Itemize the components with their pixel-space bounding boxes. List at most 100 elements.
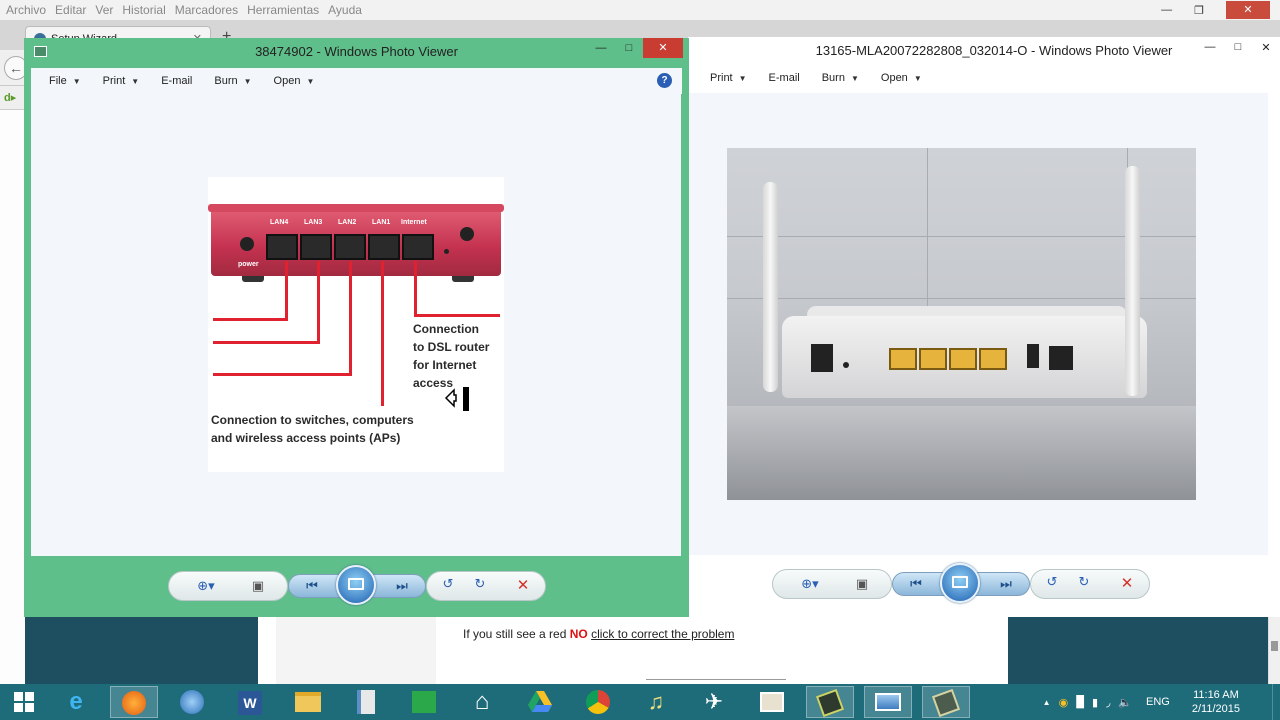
label-line: and wireless access points (APs) <box>211 431 401 445</box>
clock[interactable]: 11:16 AM 2/11/2015 <box>1192 688 1240 716</box>
word-icon[interactable]: W <box>226 686 274 718</box>
shield-icon[interactable]: ◉ <box>1059 696 1069 709</box>
internet-explorer-icon[interactable]: e <box>52 686 100 718</box>
minimize-icon[interactable]: — <box>587 42 615 54</box>
plane-icon[interactable]: ✈ <box>690 686 738 718</box>
windows-media-icon[interactable] <box>168 686 216 718</box>
rotate-counterclockwise-icon[interactable]: ↺ <box>1040 574 1064 590</box>
menu-historial[interactable]: Historial <box>122 3 165 17</box>
menu-burn[interactable]: Burn ▼ <box>214 75 251 87</box>
status-led <box>460 227 474 241</box>
menu-burn-label: Burn <box>821 72 845 84</box>
slideshow-icon[interactable] <box>940 563 980 603</box>
start-button[interactable] <box>0 686 48 718</box>
lan-port-1 <box>889 348 917 370</box>
slideshow-icon[interactable] <box>336 565 376 605</box>
menu-email[interactable]: E-mail <box>769 72 800 84</box>
port-label-lan2: LAN2 <box>338 219 357 226</box>
cmd-icon[interactable] <box>806 686 854 718</box>
router-foot-right <box>452 276 474 282</box>
store-icon[interactable] <box>400 686 448 718</box>
cable-lan2-v <box>349 261 352 376</box>
chrome-icon[interactable] <box>574 686 622 718</box>
delete-icon[interactable]: ✕ <box>512 576 534 594</box>
music-icon[interactable]: ♫ <box>632 686 680 718</box>
menu-ayuda[interactable]: Ayuda <box>328 3 362 17</box>
file-explorer-icon[interactable] <box>284 686 332 718</box>
menu-editar[interactable]: Editar <box>55 3 86 17</box>
menu-email[interactable]: E-mail <box>161 75 192 87</box>
menu-open[interactable]: Open ▼ <box>881 72 922 84</box>
magnifier-icon[interactable]: ⊕▾ <box>194 578 218 594</box>
menu-ver[interactable]: Ver <box>95 3 113 17</box>
help-icon[interactable]: ? <box>657 73 672 88</box>
power-label: power <box>238 261 259 268</box>
previous-icon[interactable]: ⏮ <box>904 576 928 592</box>
notepad-icon[interactable] <box>342 686 390 718</box>
rotate-clockwise-icon[interactable]: ↻ <box>468 576 492 592</box>
home-icon[interactable]: ⌂ <box>458 686 506 718</box>
rotate-clockwise-icon[interactable]: ↻ <box>1072 574 1096 590</box>
show-desktop-button[interactable] <box>1272 684 1280 720</box>
rotate-counterclockwise-icon[interactable]: ↺ <box>436 576 460 592</box>
resize-cursor-icon <box>444 387 469 411</box>
next-icon[interactable]: ⏭ <box>390 578 414 594</box>
magnifier-icon[interactable]: ⊕▾ <box>798 576 822 592</box>
close-icon[interactable]: ✕ <box>1226 1 1270 19</box>
minimize-icon[interactable]: — <box>1161 4 1172 16</box>
menu-burn[interactable]: Burn ▼ <box>822 72 859 84</box>
scroll-thumb[interactable] <box>1271 641 1278 651</box>
lan-port-3 <box>949 348 977 370</box>
google-drive-icon[interactable] <box>516 686 564 718</box>
chevron-down-icon: ▼ <box>850 74 859 83</box>
previous-icon[interactable]: ⏮ <box>300 578 324 594</box>
language-indicator[interactable]: ENG <box>1146 696 1170 708</box>
cable-lan4-h <box>213 318 288 321</box>
viewer-right-toolbar: ⊕▾ ▣ ⏮ ⏭ ↺ ↻ ✕ <box>772 563 1152 603</box>
cable-lan3-v <box>317 261 320 344</box>
close-icon[interactable]: ✕ <box>643 38 683 58</box>
wizard-no-label: NO <box>569 627 588 641</box>
menu-archivo[interactable]: Archivo <box>6 3 46 17</box>
minimize-icon[interactable]: — <box>1196 41 1224 53</box>
firefox-icon[interactable] <box>110 686 158 718</box>
menu-file[interactable]: File ▼ <box>49 75 81 87</box>
reset-button <box>843 362 849 368</box>
chevron-down-icon: ▼ <box>913 74 922 83</box>
battery-icon[interactable]: ▮ <box>1092 696 1098 709</box>
next-icon[interactable]: ⏭ <box>994 576 1018 592</box>
actual-size-icon[interactable]: ▣ <box>246 578 270 594</box>
slideshow-screen <box>348 578 364 590</box>
actual-size-icon[interactable]: ▣ <box>850 576 874 592</box>
maximize-icon[interactable]: □ <box>615 42 643 54</box>
wifi-icon[interactable]: ◞ <box>1106 696 1110 709</box>
shelf-surface <box>727 406 1196 500</box>
volume-icon[interactable]: 🔈 <box>1118 696 1132 709</box>
port-lan4 <box>266 234 298 260</box>
correct-problem-link[interactable]: click to correct the problem <box>591 627 734 641</box>
wizard-sidebar <box>276 616 436 684</box>
delete-icon[interactable]: ✕ <box>1116 574 1138 592</box>
photo-viewer-icon[interactable] <box>864 686 912 718</box>
menu-print[interactable]: Print ▼ <box>710 72 747 84</box>
restore-icon[interactable]: ❐ <box>1194 4 1204 17</box>
menu-open[interactable]: Open ▼ <box>274 75 315 87</box>
maximize-icon[interactable]: □ <box>1224 41 1252 53</box>
viewer-right-menubar: Print ▼ E-mail Burn ▼ Open ▼ <box>688 65 1273 91</box>
firefox-window-controls: — ❐ ✕ <box>1161 0 1270 20</box>
menu-print[interactable]: Print ▼ <box>103 75 140 87</box>
close-icon[interactable]: ✕ <box>1252 41 1280 54</box>
menu-marcadores[interactable]: Marcadores <box>175 3 238 17</box>
toolbar-pill-left <box>168 571 288 601</box>
menu-herramientas[interactable]: Herramientas <box>247 3 319 17</box>
power-jack <box>240 237 254 251</box>
bookmark-logo-icon[interactable]: d▸ <box>4 91 16 104</box>
paint-icon[interactable] <box>922 686 970 718</box>
menu-open-label: Open <box>880 72 908 84</box>
chevron-down-icon: ▼ <box>243 77 252 86</box>
network-icon[interactable]: █ <box>1076 696 1084 708</box>
lan-connection-label: Connection to switches, computers and wi… <box>211 411 414 447</box>
show-hidden-icons[interactable]: ▲ <box>1043 698 1051 707</box>
photo-app-icon[interactable] <box>748 686 796 718</box>
port-label-internet: Internet <box>401 219 427 226</box>
